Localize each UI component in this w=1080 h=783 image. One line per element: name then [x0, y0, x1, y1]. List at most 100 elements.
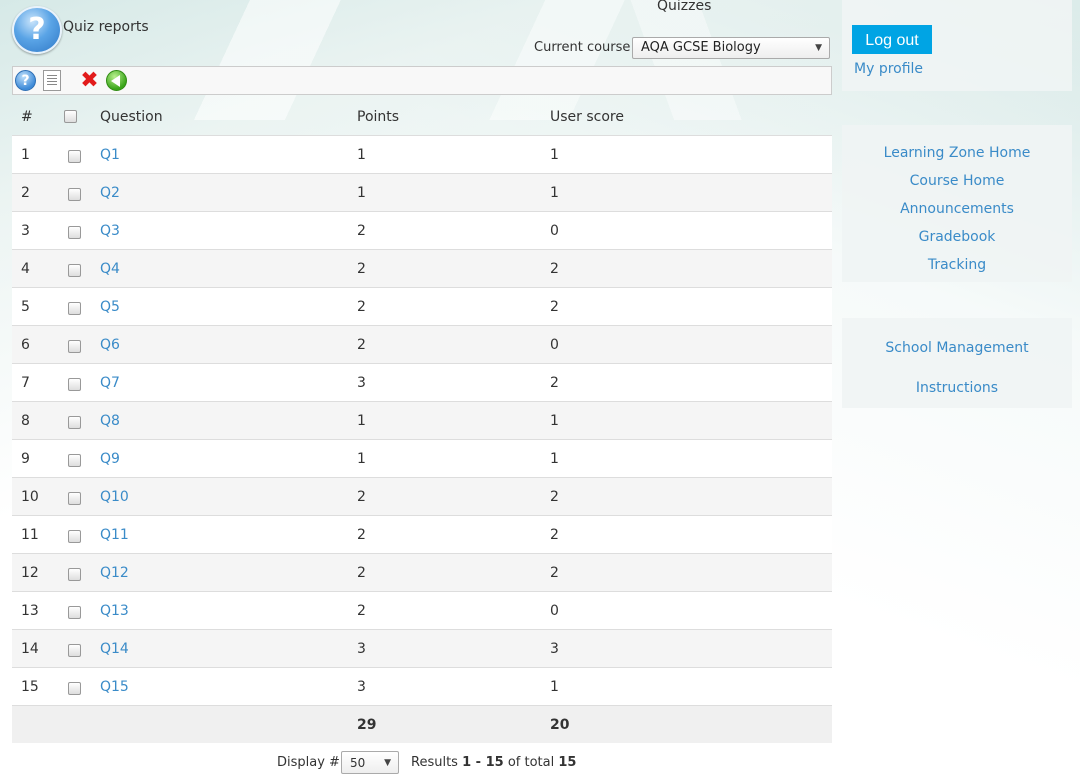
- row-checkbox[interactable]: [68, 492, 81, 505]
- row-checkbox[interactable]: [68, 606, 81, 619]
- question-link[interactable]: Q13: [100, 603, 129, 619]
- row-select-cell: [59, 667, 100, 706]
- nav-course-home[interactable]: Course Home: [842, 167, 1072, 195]
- question-link[interactable]: Q7: [100, 375, 120, 391]
- help-icon[interactable]: ?: [15, 70, 36, 91]
- points-cell: 1: [357, 135, 550, 174]
- display-count-select[interactable]: 50 ▼: [341, 751, 399, 774]
- total-points: 29: [357, 705, 550, 743]
- question-link[interactable]: Q12: [100, 565, 129, 581]
- nav-school-management[interactable]: School Management: [842, 334, 1072, 362]
- row-checkbox[interactable]: [68, 264, 81, 277]
- nav-instructions[interactable]: Instructions: [842, 374, 1072, 402]
- row-select-cell: [59, 629, 100, 668]
- question-link[interactable]: Q3: [100, 223, 120, 239]
- question-cell: Q3: [100, 211, 357, 250]
- user-score-cell: 1: [550, 439, 832, 478]
- nav-gradebook[interactable]: Gradebook: [842, 223, 1072, 251]
- row-checkbox[interactable]: [68, 530, 81, 543]
- question-link[interactable]: Q1: [100, 147, 120, 163]
- row-checkbox[interactable]: [68, 454, 81, 467]
- admin-box: School Management Instructions: [842, 318, 1072, 408]
- question-link[interactable]: Q5: [100, 299, 120, 315]
- table-row: 5 Q5 2 2: [12, 287, 832, 326]
- question-cell: Q11: [100, 515, 357, 554]
- points-cell: 2: [357, 211, 550, 250]
- results-summary: Results 1 - 15 of total 15: [411, 755, 577, 770]
- nav-learning-zone-home[interactable]: Learning Zone Home: [842, 139, 1072, 167]
- nav-announcements[interactable]: Announcements: [842, 195, 1072, 223]
- display-count-label: Display #: [277, 755, 340, 770]
- back-icon[interactable]: [106, 70, 127, 91]
- question-link[interactable]: Q9: [100, 451, 120, 467]
- row-select-cell: [59, 325, 100, 364]
- main-content: ? Quiz reports Quizzes Current course AQ…: [12, 0, 832, 783]
- table-row: 1 Q1 1 1: [12, 135, 832, 174]
- question-cell: Q14: [100, 629, 357, 668]
- row-number: 11: [12, 515, 59, 554]
- table-row: 8 Q8 1 1: [12, 401, 832, 440]
- question-cell: Q8: [100, 401, 357, 440]
- row-checkbox[interactable]: [68, 378, 81, 391]
- question-link[interactable]: Q10: [100, 489, 129, 505]
- row-number: 8: [12, 401, 59, 440]
- quiz-results-table: # Question Points User score 1 Q1 1 1 2 Q2 1 1 3…: [12, 98, 832, 743]
- table-row: 7 Q7 3 2: [12, 363, 832, 402]
- document-icon[interactable]: [43, 70, 61, 91]
- row-checkbox[interactable]: [68, 682, 81, 695]
- question-link[interactable]: Q15: [100, 679, 129, 695]
- select-all-checkbox[interactable]: [64, 110, 77, 123]
- question-cell: Q10: [100, 477, 357, 516]
- question-link[interactable]: Q11: [100, 527, 129, 543]
- row-select-cell: [59, 211, 100, 250]
- column-header-points: Points: [357, 98, 550, 136]
- row-number: 6: [12, 325, 59, 364]
- user-box: Log out My profile: [842, 0, 1072, 91]
- my-profile-link[interactable]: My profile: [854, 61, 923, 77]
- question-link[interactable]: Q4: [100, 261, 120, 277]
- row-select-cell: [59, 401, 100, 440]
- points-cell: 1: [357, 401, 550, 440]
- column-header-number: #: [12, 98, 59, 136]
- row-checkbox[interactable]: [68, 644, 81, 657]
- points-cell: 2: [357, 287, 550, 326]
- row-number: 3: [12, 211, 59, 250]
- row-number: 10: [12, 477, 59, 516]
- row-checkbox[interactable]: [68, 416, 81, 429]
- logout-button[interactable]: Log out: [852, 25, 932, 54]
- totals-row: 29 20: [12, 705, 832, 743]
- user-score-cell: 3: [550, 629, 832, 668]
- user-score-cell: 2: [550, 287, 832, 326]
- row-number: 5: [12, 287, 59, 326]
- row-checkbox[interactable]: [68, 188, 81, 201]
- row-number: 15: [12, 667, 59, 706]
- current-course-select[interactable]: AQA GCSE Biology ▼: [632, 37, 830, 59]
- row-checkbox[interactable]: [68, 150, 81, 163]
- question-cell: Q2: [100, 173, 357, 212]
- total-score: 20: [550, 705, 832, 743]
- delete-icon[interactable]: ✖: [79, 70, 100, 92]
- question-link[interactable]: Q14: [100, 641, 129, 657]
- nav-tracking[interactable]: Tracking: [842, 251, 1072, 279]
- question-cell: Q12: [100, 553, 357, 592]
- question-link[interactable]: Q2: [100, 185, 120, 201]
- row-checkbox[interactable]: [68, 226, 81, 239]
- row-number: 4: [12, 249, 59, 288]
- chevron-down-icon: ▼: [815, 43, 822, 53]
- user-score-cell: 1: [550, 401, 832, 440]
- row-number: 13: [12, 591, 59, 630]
- pagination-bar: Display # 50 ▼ Results 1 - 15 of total 1…: [12, 743, 832, 783]
- row-checkbox[interactable]: [68, 340, 81, 353]
- question-link[interactable]: Q6: [100, 337, 120, 353]
- row-checkbox[interactable]: [68, 568, 81, 581]
- user-score-cell: 1: [550, 667, 832, 706]
- points-cell: 3: [357, 629, 550, 668]
- row-checkbox[interactable]: [68, 302, 81, 315]
- user-score-cell: 1: [550, 135, 832, 174]
- table-row: 6 Q6 2 0: [12, 325, 832, 364]
- question-cell: Q5: [100, 287, 357, 326]
- row-select-cell: [59, 439, 100, 478]
- question-link[interactable]: Q8: [100, 413, 120, 429]
- points-cell: 2: [357, 325, 550, 364]
- user-score-cell: 0: [550, 591, 832, 630]
